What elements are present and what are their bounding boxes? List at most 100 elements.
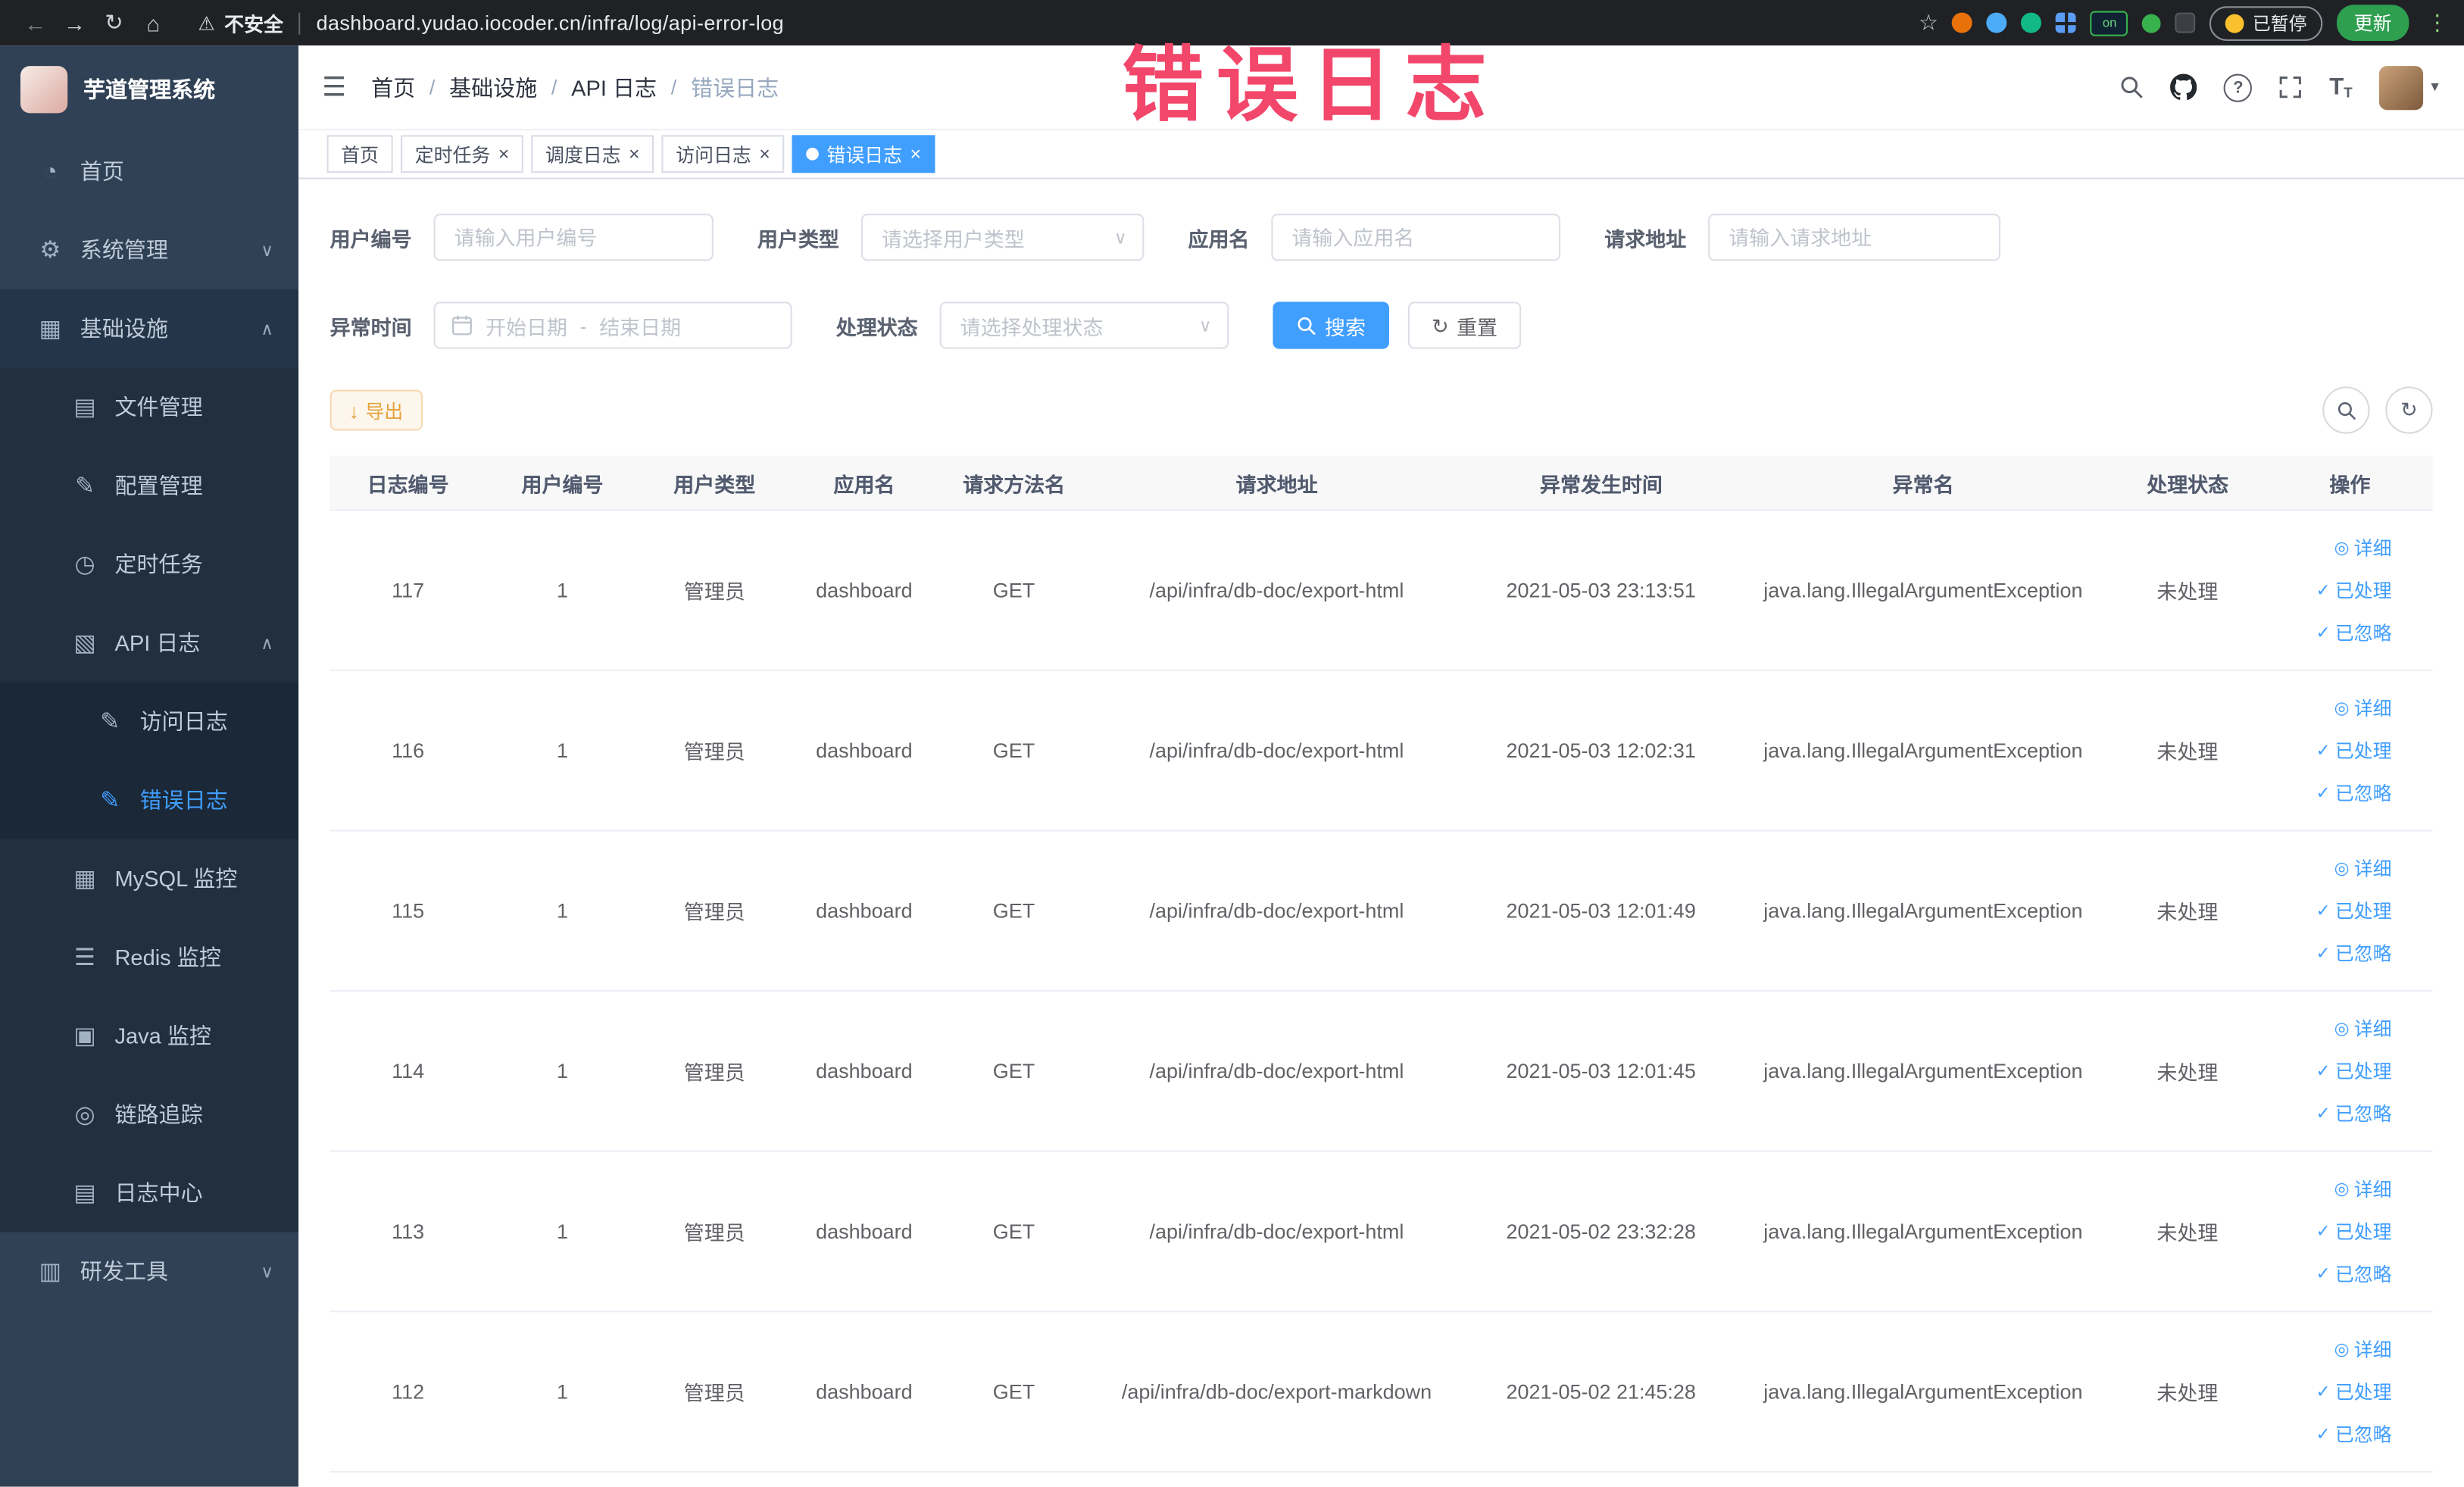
cell-request-method: GET — [992, 1379, 1035, 1404]
processed-label: 已处理 — [2334, 900, 2392, 923]
cell-app-name: dashboard — [816, 578, 913, 602]
sidebar-item-system[interactable]: ⚙ 系统管理 ∨ — [0, 210, 299, 289]
fullscreen-icon[interactable] — [2279, 76, 2303, 99]
sidebar-item-config-manage[interactable]: ✎ 配置管理 — [0, 446, 299, 525]
chevron-down-icon: ∨ — [1113, 228, 1127, 248]
back-icon[interactable]: ← — [16, 10, 55, 35]
process-status-select[interactable]: 请选择处理状态 ∨ — [939, 301, 1229, 349]
filter-exception-time: 异常时间 开始日期 - 结束日期 — [330, 301, 792, 349]
address-bar-url[interactable]: dashboard.yudao.iocoder.cn/infra/log/api… — [317, 11, 784, 35]
mark-processed-link[interactable]: ✓ 已处理 — [2316, 898, 2392, 924]
help-icon[interactable]: ? — [2224, 73, 2253, 102]
breadcrumb-item[interactable]: / 首页 — [371, 71, 415, 102]
detail-link[interactable]: ◎ 详细 — [2334, 695, 2392, 721]
extension-icon-grid[interactable] — [2056, 12, 2077, 33]
tab-label: 定时任务 — [414, 143, 491, 166]
cell-exception-name: java.lang.IllegalArgumentException — [1763, 739, 2083, 763]
reload-icon[interactable]: ↻ — [94, 9, 133, 36]
app-logo[interactable]: 芋道管理系统 — [0, 45, 298, 132]
close-icon[interactable]: × — [629, 145, 640, 164]
sidebar-item-tracing[interactable]: ◎ 链路追踪 — [0, 1075, 299, 1154]
extension-icon-orange[interactable] — [1952, 12, 1973, 33]
detail-link[interactable]: ◎ 详细 — [2334, 1015, 2392, 1042]
sidebar-item-log-center[interactable]: ▤ 日志中心 — [0, 1153, 299, 1232]
view-tab[interactable]: 调度日志 × — [531, 135, 654, 173]
search-icon[interactable] — [2120, 76, 2144, 99]
close-icon[interactable]: × — [759, 145, 770, 164]
breadcrumb-item[interactable]: / 基础设施 — [415, 71, 537, 102]
sidebar-item-mysql-monitor[interactable]: ▦ MySQL 监控 — [0, 839, 299, 918]
sidebar-toggle-icon[interactable]: ☰ — [322, 71, 346, 102]
mark-ignored-link[interactable]: ✓ 已忽略 — [2316, 1100, 2392, 1126]
site-security-info[interactable]: ⚠ 不安全 dashboard.yudao.iocoder.cn/infra/l… — [198, 8, 784, 37]
mark-processed-link[interactable]: ✓ 已处理 — [2316, 1218, 2392, 1245]
github-icon[interactable] — [2170, 73, 2197, 101]
user-avatar[interactable]: ▾ — [2378, 65, 2439, 110]
view-tab[interactable]: 首页 × — [326, 135, 393, 173]
sidebar-item-java-monitor[interactable]: ▣ Java 监控 — [0, 996, 299, 1076]
view-tab[interactable]: 错误日志 × — [792, 135, 935, 173]
extension-icon-puzzle[interactable] — [2175, 12, 2197, 33]
extension-icon-on-badge[interactable]: on — [2091, 10, 2129, 36]
sidebar-item-error-log[interactable]: ✎ 错误日志 — [0, 761, 299, 839]
date-range-picker[interactable]: 开始日期 - 结束日期 — [433, 301, 792, 349]
sidebar-item-api-log[interactable]: ▧ API 日志 ∧ — [0, 603, 299, 683]
column-header: 异常发生时间 — [1464, 456, 1738, 510]
sidebar-item-redis-monitor[interactable]: ☰ Redis 监控 — [0, 917, 299, 997]
view-tab[interactable]: 定时任务 × — [401, 135, 523, 173]
cell-process-status: 未处理 — [2156, 740, 2219, 764]
mark-processed-link[interactable]: ✓ 已处理 — [2316, 1378, 2392, 1404]
breadcrumb-label: API 日志 — [571, 74, 657, 100]
mark-ignored-link[interactable]: ✓ 已忽略 — [2316, 1420, 2392, 1447]
mark-ignored-link[interactable]: ✓ 已忽略 — [2316, 619, 2392, 645]
breadcrumb: / 首页 / 基础设施 / API 日志 / 错误日志 — [371, 71, 779, 102]
sidebar-item-home[interactable]: ◔ 首页 — [0, 132, 299, 211]
reset-button[interactable]: ↻ 重置 — [1407, 301, 1522, 349]
mark-processed-link[interactable]: ✓ 已处理 — [2316, 737, 2392, 764]
detail-link[interactable]: ◎ 详细 — [2334, 1176, 2392, 1202]
close-icon[interactable]: × — [910, 145, 921, 164]
extension-icon-blue[interactable] — [1987, 12, 2008, 33]
sidebar-item-access-log[interactable]: ✎ 访问日志 — [0, 682, 299, 761]
mark-ignored-link[interactable]: ✓ 已忽略 — [2316, 1261, 2392, 1287]
navbar-actions: ? TT ▾ — [2120, 65, 2439, 110]
extension-icon-small-green[interactable] — [2142, 13, 2162, 33]
update-button[interactable]: 更新 — [2336, 5, 2409, 41]
divider — [298, 11, 301, 34]
sidebar-item-file-manage[interactable]: ▤ 文件管理 — [0, 367, 299, 447]
extension-icon-green[interactable] — [2021, 12, 2042, 33]
sidebar-item-infra[interactable]: ▦ 基础设施 ∧ — [0, 289, 299, 368]
request-url-input[interactable] — [1708, 214, 2001, 261]
close-icon[interactable]: × — [498, 145, 510, 164]
cell-user-id: 1 — [556, 578, 568, 602]
mark-processed-link[interactable]: ✓ 已处理 — [2316, 1057, 2392, 1084]
search-button[interactable]: 搜索 — [1273, 301, 1390, 349]
user-id-input[interactable] — [433, 214, 714, 261]
sidebar-item-scheduled-jobs[interactable]: ◷ 定时任务 — [0, 524, 299, 604]
mark-ignored-link[interactable]: ✓ 已忽略 — [2316, 940, 2392, 967]
home-icon[interactable]: ⌂ — [133, 10, 173, 35]
refresh-button[interactable]: ↻ — [2385, 386, 2433, 434]
user-type-select[interactable]: 请选择用户类型 ∨ — [860, 214, 1145, 261]
bookmark-star-icon[interactable]: ☆ — [1919, 9, 1938, 36]
view-tab[interactable]: 访问日志 × — [661, 135, 785, 173]
start-date-placeholder: 开始日期 — [486, 314, 568, 339]
column-header: 请求地址 — [1090, 456, 1464, 510]
detail-link[interactable]: ◎ 详细 — [2334, 1335, 2392, 1362]
forward-icon[interactable]: → — [55, 10, 95, 35]
hide-search-button[interactable] — [2322, 386, 2370, 434]
detail-link[interactable]: ◎ 详细 — [2334, 855, 2392, 882]
column-header: 用户编号 — [486, 456, 639, 510]
breadcrumb-item[interactable]: / API 日志 — [537, 71, 657, 102]
sidebar-item-dev-tools[interactable]: ▥ 研发工具 ∨ — [0, 1232, 299, 1311]
mark-ignored-link[interactable]: ✓ 已忽略 — [2316, 779, 2392, 806]
detail-link[interactable]: ◎ 详细 — [2334, 534, 2392, 561]
paused-badge[interactable]: 已暂停 — [2209, 5, 2323, 40]
app-name-input[interactable] — [1271, 214, 1561, 261]
mark-processed-link[interactable]: ✓ 已处理 — [2316, 576, 2392, 603]
detail-icon: ◎ — [2334, 859, 2350, 879]
browser-menu-icon[interactable]: ⋮ — [2426, 9, 2448, 36]
cell-user-id: 1 — [556, 1059, 568, 1083]
font-size-icon[interactable]: TT — [2329, 74, 2352, 101]
export-button[interactable]: ↓ 导出 — [329, 389, 423, 431]
